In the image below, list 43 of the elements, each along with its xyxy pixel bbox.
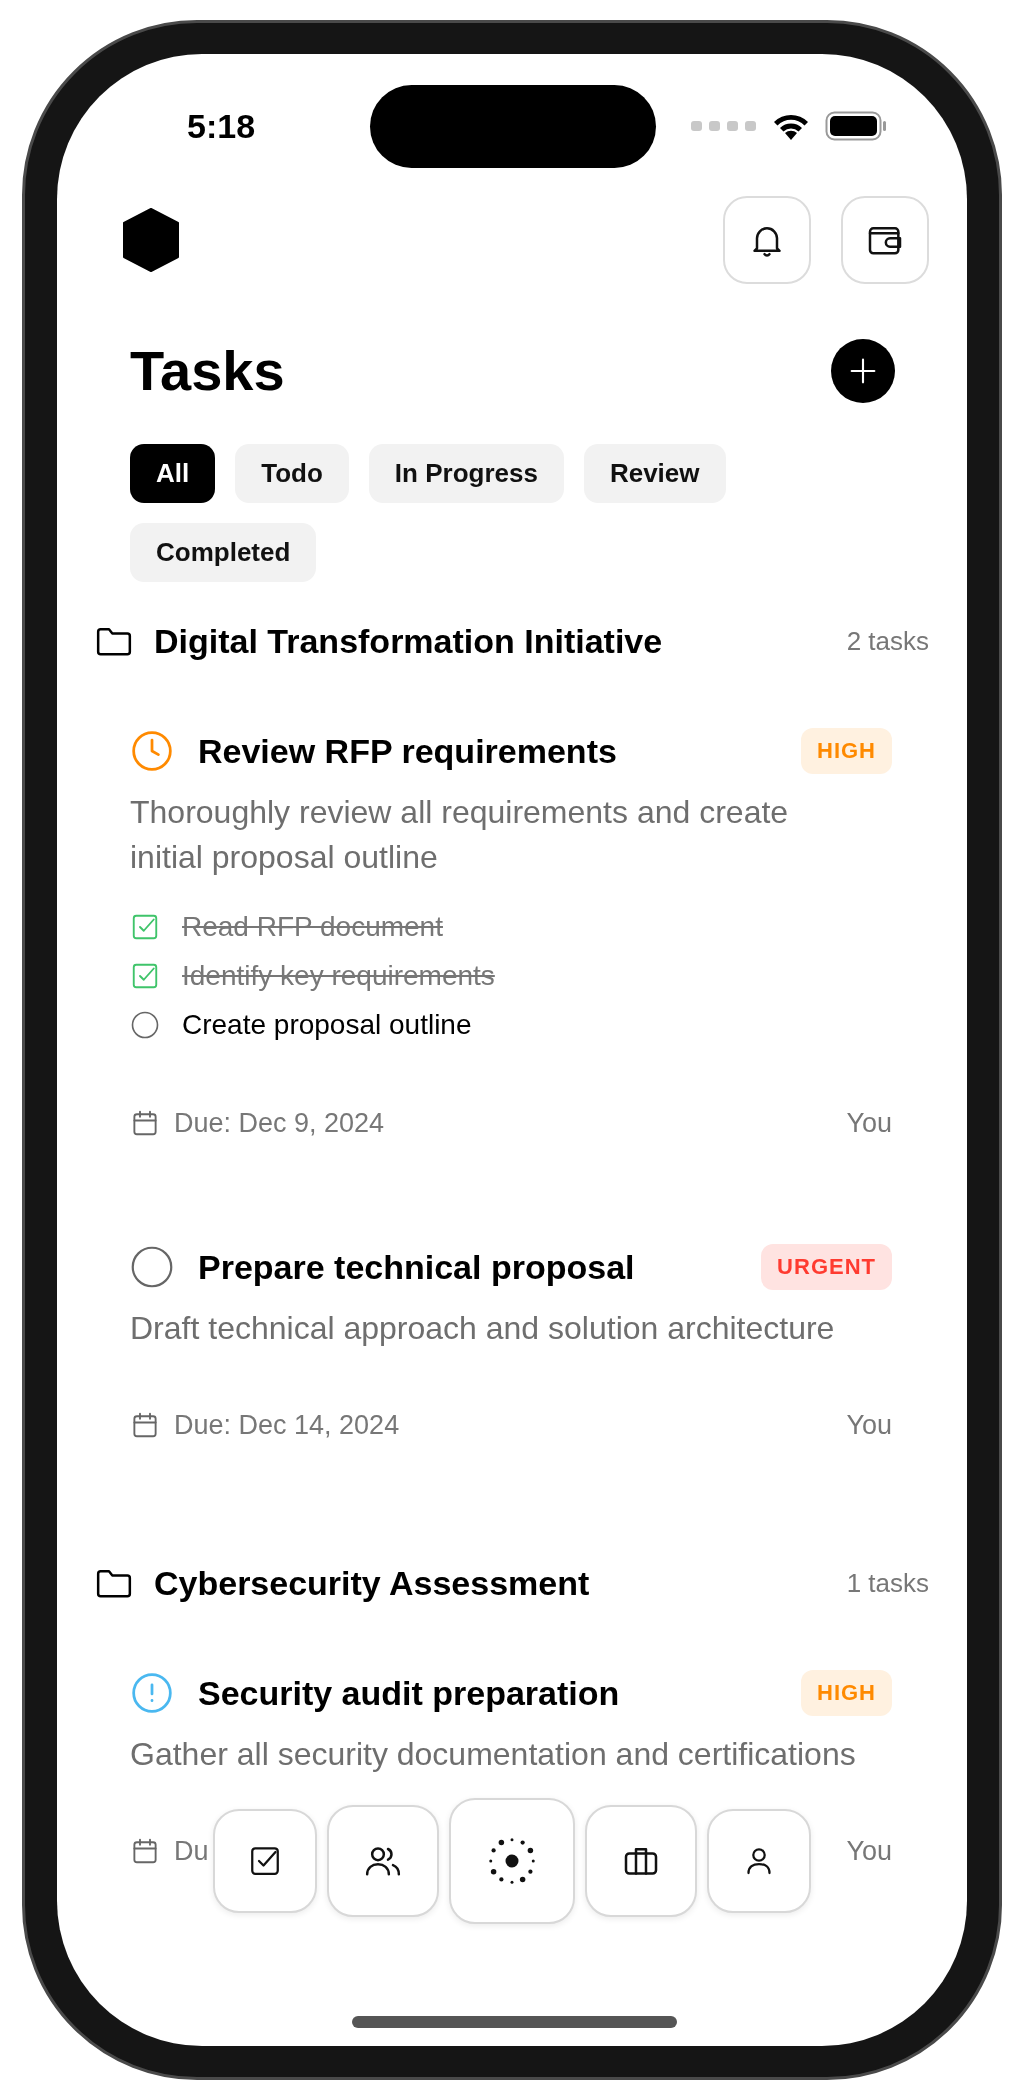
clock-icon xyxy=(130,729,174,773)
filter-tab[interactable]: In Progress xyxy=(368,444,564,503)
subtask-label: Read RFP document xyxy=(182,910,443,943)
battery-icon xyxy=(825,111,887,141)
task-description: Gather all security documentation and certifications xyxy=(130,1735,857,1774)
empty-circle-icon xyxy=(130,1245,174,1289)
task-count: 2 tasks xyxy=(846,625,929,657)
tab-bar-button[interactable] xyxy=(585,1805,697,1917)
page-title: Tasks xyxy=(130,338,285,404)
assignee: You xyxy=(846,1835,892,1867)
wallet-button[interactable] xyxy=(841,196,929,284)
hexagon-logo xyxy=(122,208,180,272)
exclamation-circle-icon xyxy=(130,1671,174,1715)
task-description: Draft technical approach and solution architecture xyxy=(130,1309,836,1348)
assignee: You xyxy=(846,1107,892,1139)
project-name: Cybersecurity Assessment xyxy=(154,1563,591,1603)
status-time: 5:18 xyxy=(187,106,256,146)
subtask-label: Identify key requirements xyxy=(182,959,495,992)
subtask-label: Create proposal outline xyxy=(182,1008,472,1041)
assignee: You xyxy=(846,1409,892,1441)
task-description: Thoroughly review all requirements and create initial proposal outline xyxy=(130,793,790,877)
task-title: Review RFP requirements xyxy=(198,731,618,771)
filter-tab[interactable]: Review xyxy=(583,444,726,503)
calendar-icon xyxy=(130,1836,160,1866)
due-date: Due: Dec 14, 2024 xyxy=(174,1409,400,1441)
signal-icon xyxy=(691,119,757,133)
priority-badge: HIGH xyxy=(801,728,892,774)
empty-circle-icon[interactable] xyxy=(130,1009,160,1040)
task-count: 1 tasks xyxy=(846,1567,929,1599)
notifications-button[interactable] xyxy=(723,196,811,284)
due-date: Due: Dec 9, 2024 xyxy=(174,1107,385,1139)
filter-tab[interactable]: All xyxy=(130,444,216,503)
due-date: Du xyxy=(174,1835,209,1867)
calendar-icon xyxy=(130,1410,160,1440)
priority-badge: URGENT xyxy=(761,1244,892,1290)
filter-tab[interactable]: Completed xyxy=(130,523,317,582)
priority-badge: HIGH xyxy=(801,1670,892,1716)
tab-bar-button[interactable] xyxy=(213,1809,317,1913)
task-title: Security audit preparation xyxy=(198,1673,621,1713)
filter-tab[interactable]: Todo xyxy=(235,444,349,503)
task-title: Prepare technical proposal xyxy=(198,1247,636,1287)
calendar-icon xyxy=(130,1108,160,1138)
project-name: Digital Transformation Initiative xyxy=(154,621,664,661)
